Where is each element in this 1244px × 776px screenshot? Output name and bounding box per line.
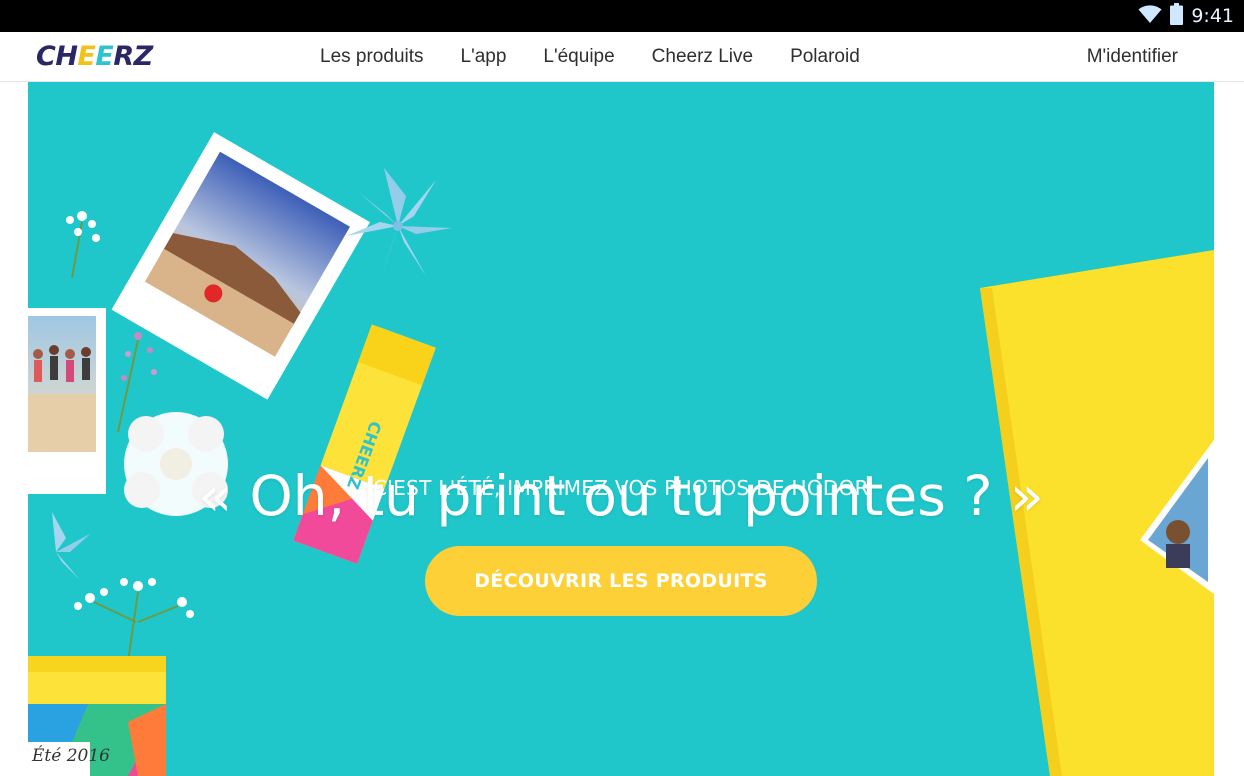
status-bar: 9:41: [0, 0, 1244, 32]
logo-part-3: E: [95, 41, 114, 72]
hero-banner: CHEERZ « Oh, tu print ou tu pointes ? » …: [28, 82, 1214, 776]
login-link[interactable]: M'identifier: [1087, 32, 1178, 82]
wifi-icon: [1138, 4, 1162, 29]
battery-icon: [1170, 2, 1184, 30]
status-icons: 9:41: [1138, 0, 1234, 32]
cheerz-logo[interactable]: CHEERZ: [36, 41, 153, 72]
gypsophila-sprig-bottom: [74, 578, 194, 663]
hero-subheadline: C'EST L'ÉTÉ, IMPRIMEZ VOS PHOTOS DE HODO…: [373, 476, 869, 500]
photo-box-label: Été 2016: [32, 746, 110, 766]
nav-link-team[interactable]: L'équipe: [543, 46, 614, 68]
nav-link-polaroid[interactable]: Polaroid: [790, 46, 860, 68]
logo-part-1: CH: [36, 41, 78, 72]
nav-links: Les produits L'app L'équipe Cheerz Live …: [320, 32, 897, 82]
logo-part-2: E: [77, 41, 96, 72]
nav-link-products[interactable]: Les produits: [320, 46, 424, 68]
nav-link-app[interactable]: L'app: [461, 46, 507, 68]
gypsophila-sprig-top: [66, 211, 100, 279]
status-time: 9:41: [1191, 5, 1234, 27]
discover-products-button[interactable]: DÉCOUVRIR LES PRODUITS: [425, 546, 817, 616]
polaroid-photo-beach: [111, 132, 370, 400]
logo-part-4: RZ: [113, 41, 153, 72]
top-navigation: CHEERZ Les produits L'app L'équipe Cheer…: [0, 32, 1244, 82]
hero-illustration: CHEERZ: [28, 132, 1214, 776]
nav-link-cheerz-live[interactable]: Cheerz Live: [652, 46, 753, 68]
